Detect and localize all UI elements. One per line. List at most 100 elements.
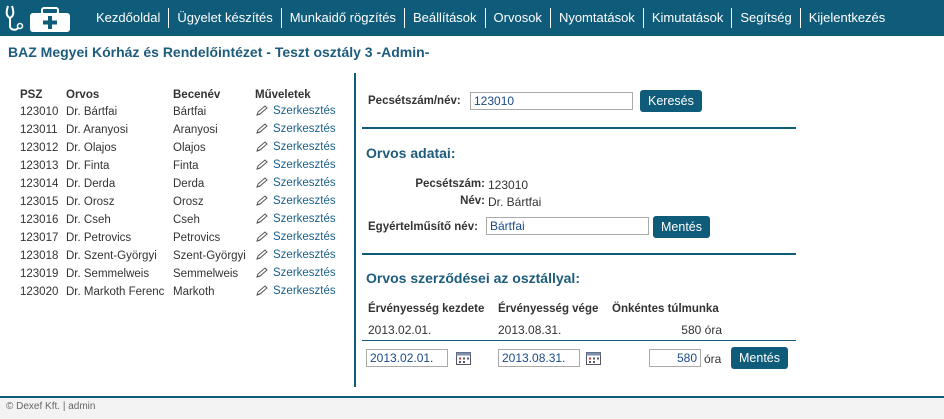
nav-item-kezdooldal[interactable]: Kezdőoldal <box>88 8 170 28</box>
edit-link[interactable]: Szerkesztés <box>255 267 336 279</box>
doctor-data-title: Orvos adatai: <box>366 145 456 161</box>
contract-end-input[interactable] <box>498 349 580 367</box>
main-menu: Kezdőoldal Ügyelet készítés Munkaidő rög… <box>88 8 893 28</box>
save-contract-button[interactable]: Mentés <box>731 347 788 369</box>
cell-orvos: Dr. Olajos <box>66 142 117 154</box>
edit-link[interactable]: Szerkesztés <box>255 213 336 225</box>
cell-orvos: Dr. Semmelweis <box>66 268 150 280</box>
edit-link-label: Szerkesztés <box>273 230 336 243</box>
overtime-unit-label: óra <box>704 352 722 366</box>
cell-orvos: Dr. Finta <box>66 160 110 172</box>
name-label: Név: <box>460 195 485 207</box>
edit-link-label: Szerkesztés <box>273 194 336 207</box>
edit-link[interactable]: Szerkesztés <box>255 249 336 261</box>
nav-item-kimutatasok[interactable]: Kimutatások <box>644 8 733 28</box>
nav-item-segitseg[interactable]: Segítség <box>732 8 801 28</box>
table-header-row: PSZ Orvos Becenév Műveletek <box>20 87 350 103</box>
cell-becenev: Szent-Györgyi <box>173 250 246 262</box>
nav-item-orvosok[interactable]: Orvosok <box>486 8 551 28</box>
cell-muveletek: Szerkesztés <box>255 229 350 247</box>
page-title: BAZ Megyei Kórház és Rendelőintézet - Te… <box>8 44 430 60</box>
cell-psz: 123019 <box>20 268 59 280</box>
pencil-icon <box>256 284 268 296</box>
edit-link[interactable]: Szerkesztés <box>255 285 336 297</box>
cell-becenev: Bártfai <box>173 106 207 118</box>
stamp-number-value: 123010 <box>488 178 529 192</box>
contract-overtime-value: 580 óra <box>681 323 722 337</box>
cell-muveletek: Szerkesztés <box>255 283 350 301</box>
contract-start-input[interactable] <box>366 349 448 367</box>
edit-link-label: Szerkesztés <box>273 140 336 153</box>
calendar-icon[interactable] <box>586 351 601 365</box>
section-divider <box>362 253 796 255</box>
cell-becenev: Finta <box>173 160 199 172</box>
cell-orvos: Dr. Orosz <box>66 196 115 208</box>
edit-link[interactable]: Szerkesztés <box>255 195 336 207</box>
edit-link[interactable]: Szerkesztés <box>255 231 336 243</box>
cell-becenev: Markoth <box>173 286 215 298</box>
cell-orvos: Dr. Petrovics <box>66 232 132 244</box>
edit-link[interactable]: Szerkesztés <box>255 177 336 189</box>
pencil-icon <box>256 248 268 260</box>
edit-link[interactable]: Szerkesztés <box>255 159 336 171</box>
cell-becenev: Derda <box>173 178 205 190</box>
edit-link[interactable]: Szerkesztés <box>255 105 336 117</box>
edit-link[interactable]: Szerkesztés <box>255 123 336 135</box>
cell-becenev: Semmelweis <box>173 268 239 280</box>
table-row: 123018 Dr. Szent-Györgyi Szent-Györgyi Szer… <box>20 247 350 265</box>
cell-muveletek: Szerkesztés <box>255 157 350 175</box>
table-row: 123010 Dr. Bártfai Bártfai Szerkesztés <box>20 103 350 121</box>
cell-orvos: Dr. Markoth Ferenc <box>66 286 165 298</box>
nav-item-nyomtatasok[interactable]: Nyomtatások <box>551 8 644 28</box>
calendar-icon[interactable] <box>456 351 471 365</box>
column-header-muveletek: Műveletek <box>255 89 311 101</box>
cell-muveletek: Szerkesztés <box>255 139 350 157</box>
edit-link-label: Szerkesztés <box>273 122 336 135</box>
nav-item-kijelentkezes[interactable]: Kijelentkezés <box>801 8 894 28</box>
table-row: 123016 Dr. Cseh Cseh Szerkesztés <box>20 211 350 229</box>
nickname-label: Egyértelműsítő név: <box>368 221 478 233</box>
top-nav-bar: Kezdőoldal Ügyelet készítés Munkaidő rög… <box>0 0 944 36</box>
edit-link[interactable]: Szerkesztés <box>255 141 336 153</box>
table-row: 123020 Dr. Markoth Ferenc Markoth Szerkeszt… <box>20 283 350 301</box>
cell-muveletek: Szerkesztés <box>255 247 350 265</box>
name-value: Dr. Bártfai <box>488 195 542 209</box>
cell-psz: 123016 <box>20 214 59 226</box>
save-nickname-button[interactable]: Mentés <box>653 216 710 238</box>
stethoscope-medkit-logo <box>5 5 70 32</box>
nickname-input[interactable] <box>486 217 649 235</box>
cell-orvos: Dr. Cseh <box>66 214 111 226</box>
nav-item-ugyelet-keszites[interactable]: Ügyelet készítés <box>169 8 282 28</box>
cell-becenev: Aranyosi <box>173 124 218 136</box>
overtime-input[interactable] <box>649 349 701 367</box>
search-button[interactable]: Keresés <box>640 90 702 112</box>
cell-psz: 123013 <box>20 160 59 172</box>
column-header-becenev: Becenév <box>173 89 221 101</box>
contract-start-value: 2013.02.01. <box>368 323 432 337</box>
contract-end-value: 2013.08.31. <box>498 323 562 337</box>
cell-psz: 123015 <box>20 196 59 208</box>
pencil-icon <box>256 176 268 188</box>
vertical-divider <box>354 73 356 387</box>
cell-psz: 123012 <box>20 142 59 154</box>
cell-muveletek: Szerkesztés <box>255 211 350 229</box>
nav-item-beallitasok[interactable]: Beállítások <box>405 8 486 28</box>
column-header-overtime: Önkéntes túlmunka <box>612 303 719 315</box>
pencil-icon <box>256 194 268 206</box>
pencil-icon <box>256 104 268 116</box>
pencil-icon <box>256 140 268 152</box>
table-row: 123017 Dr. Petrovics Petrovics Szerkesztés <box>20 229 350 247</box>
search-input[interactable] <box>470 92 633 110</box>
pencil-icon <box>256 230 268 242</box>
cell-becenev: Petrovics <box>173 232 221 244</box>
column-header-orvos: Orvos <box>66 89 100 101</box>
edit-link-label: Szerkesztés <box>273 284 336 297</box>
contracts-title: Orvos szerződései az osztállyal: <box>366 270 580 286</box>
cell-orvos: Dr. Szent-Györgyi <box>66 250 157 262</box>
cell-orvos: Dr. Derda <box>66 178 116 190</box>
contract-row-divider <box>362 340 796 341</box>
nav-item-munkaido-rogzites[interactable]: Munkaidő rögzítés <box>282 8 405 28</box>
pencil-icon <box>256 158 268 170</box>
pencil-icon <box>256 212 268 224</box>
cell-psz: 123020 <box>20 286 59 298</box>
